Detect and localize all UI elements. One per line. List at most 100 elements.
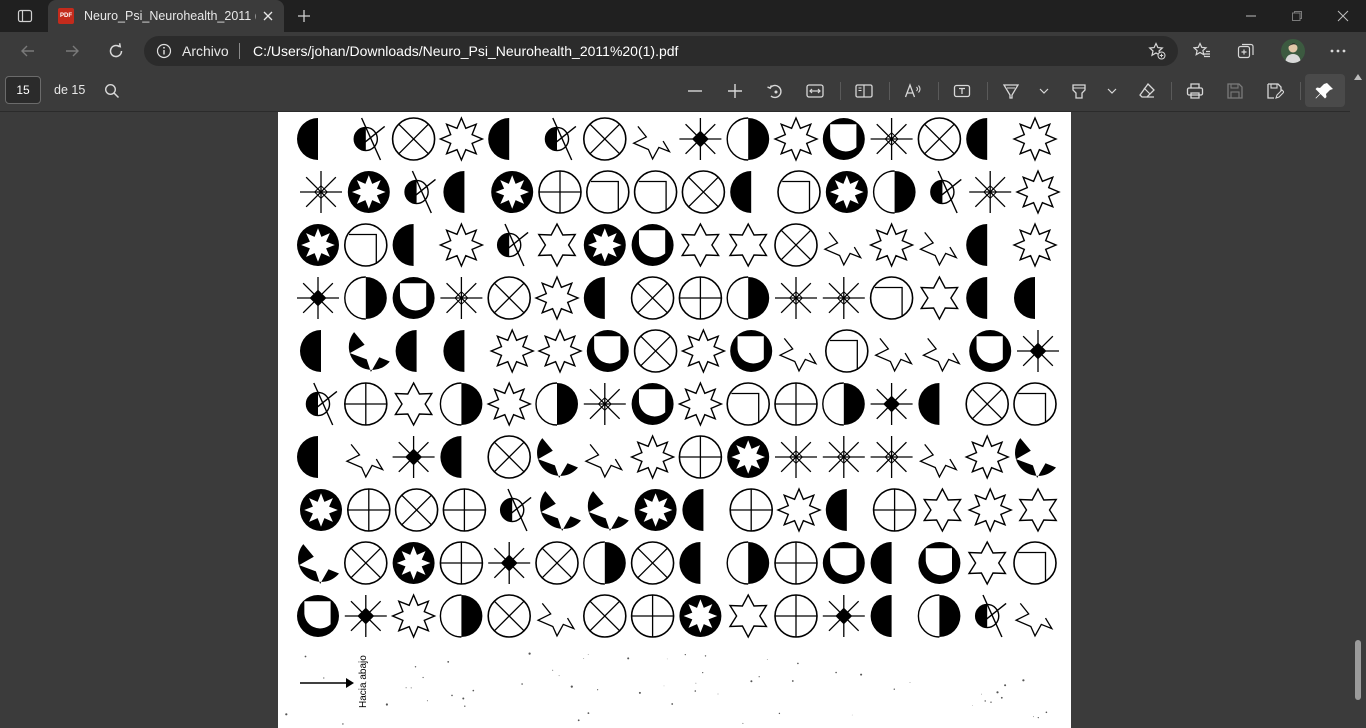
symbol-cancellation-grid — [285, 116, 1061, 725]
search-icon[interactable] — [100, 79, 124, 103]
browser-tab-active[interactable]: PDF Neuro_Psi_Neurohealth_2011 (1) — [48, 0, 284, 32]
fit-width-icon[interactable] — [803, 79, 827, 103]
collections-button[interactable] — [1231, 36, 1261, 66]
grid-symbol — [440, 277, 483, 319]
new-tab-button[interactable] — [292, 4, 316, 28]
grid-symbol — [439, 594, 483, 638]
grid-symbol — [1018, 487, 1058, 533]
info-icon[interactable] — [156, 43, 172, 59]
rotate-icon[interactable] — [763, 79, 787, 103]
grid-symbol — [394, 488, 439, 532]
star-plus-icon[interactable] — [1148, 42, 1166, 60]
grid-symbol — [535, 541, 579, 585]
grid-symbol — [966, 224, 988, 266]
address-bar[interactable]: Archivo C:/Users/johan/Downloads/Neuro_P… — [144, 36, 1178, 66]
forward-button[interactable] — [57, 36, 87, 66]
refresh-button[interactable] — [101, 36, 131, 66]
grid-symbol — [917, 594, 961, 638]
back-button[interactable] — [13, 36, 43, 66]
toolbar-divider — [889, 82, 890, 100]
grid-symbol — [823, 231, 863, 267]
tab-title: Neuro_Psi_Neurohealth_2011 (1) — [84, 9, 256, 23]
favorites-button[interactable] — [1187, 36, 1217, 66]
refresh-icon — [109, 43, 123, 58]
scan-speckle — [342, 723, 344, 725]
grid-symbol — [726, 276, 770, 320]
grid-symbol — [348, 332, 390, 372]
draw-icon[interactable] — [999, 79, 1023, 103]
grid-symbol — [775, 436, 817, 478]
grid-symbol — [629, 434, 676, 480]
save-as-icon[interactable] — [1263, 79, 1287, 103]
minus-icon[interactable] — [683, 79, 707, 103]
grid-symbol — [491, 171, 534, 213]
grid-symbol — [870, 436, 913, 478]
scan-speckle — [996, 691, 999, 694]
page-view-icon[interactable] — [852, 79, 876, 103]
grid-symbol — [918, 383, 940, 425]
read-aloud-icon[interactable] — [901, 79, 925, 103]
scan-speckle — [1037, 717, 1039, 719]
grid-symbol — [630, 541, 675, 585]
favorites-icon — [1193, 42, 1210, 58]
save-icon[interactable] — [1223, 79, 1247, 103]
scan-speckle — [552, 669, 554, 671]
scroll-thumb[interactable] — [1355, 640, 1361, 700]
scroll-up-arrow-icon[interactable] — [1354, 74, 1362, 80]
scan-speckle — [558, 675, 560, 677]
scan-speckle — [1033, 716, 1034, 718]
grid-symbol — [392, 277, 435, 319]
highlight-icon[interactable] — [1067, 79, 1091, 103]
grid-symbol — [345, 443, 385, 479]
scan-speckle — [742, 722, 744, 724]
close-window-button[interactable] — [1320, 0, 1366, 32]
scan-speckle — [583, 658, 585, 659]
grid-symbol — [680, 222, 720, 268]
pdf-icon: PDF — [58, 8, 74, 24]
vertical-scrollbar[interactable] — [1350, 70, 1366, 728]
page-number-input[interactable]: 15 — [5, 76, 41, 104]
more-button[interactable] — [1323, 36, 1353, 66]
close-icon[interactable] — [260, 8, 276, 24]
scan-speckle — [426, 700, 428, 702]
scan-speckle — [638, 691, 641, 694]
url-text[interactable]: C:/Users/johan/Downloads/Neuro_Psi_Neuro… — [253, 43, 678, 59]
grid-symbol — [974, 594, 1007, 638]
eraser-icon[interactable] — [1135, 79, 1159, 103]
scan-speckle — [851, 714, 853, 716]
tab-actions-icon[interactable] — [8, 4, 42, 28]
grid-symbol — [966, 118, 988, 160]
grid-symbol — [822, 277, 865, 319]
text-icon[interactable] — [950, 79, 974, 103]
grid-symbol — [730, 330, 773, 372]
grid-symbol — [344, 276, 387, 320]
plus-icon[interactable] — [723, 79, 747, 103]
grid-symbol — [347, 488, 391, 532]
highlight-options-chevron-down-icon[interactable] — [1103, 79, 1121, 103]
grid-symbol — [917, 117, 962, 161]
grid-symbol — [777, 170, 821, 214]
grid-symbol — [534, 275, 580, 321]
print-icon[interactable] — [1183, 79, 1207, 103]
grid-symbol — [404, 170, 436, 214]
restore-button[interactable] — [1274, 0, 1320, 32]
minimize-button[interactable] — [1228, 0, 1274, 32]
grid-symbol — [1014, 602, 1054, 638]
plus-icon — [298, 10, 310, 22]
caption-text: Hacia abajo — [358, 655, 369, 708]
scan-speckle — [758, 676, 760, 678]
draw-options-chevron-down-icon[interactable] — [1035, 79, 1053, 103]
grid-symbol — [438, 222, 485, 268]
arrow-left-icon — [21, 45, 34, 57]
avatar[interactable] — [1281, 39, 1305, 63]
grid-symbol — [869, 276, 914, 320]
grid-symbol — [582, 117, 627, 161]
scan-speckle — [704, 655, 707, 657]
pin-toolbar-button[interactable] — [1305, 74, 1345, 107]
grid-symbol — [1012, 222, 1058, 268]
grid-symbol — [825, 489, 847, 531]
grid-symbol — [1015, 438, 1056, 478]
grid-symbol — [822, 382, 865, 426]
site-info-label[interactable]: Archivo — [182, 43, 229, 59]
scan-speckle — [1045, 711, 1048, 714]
